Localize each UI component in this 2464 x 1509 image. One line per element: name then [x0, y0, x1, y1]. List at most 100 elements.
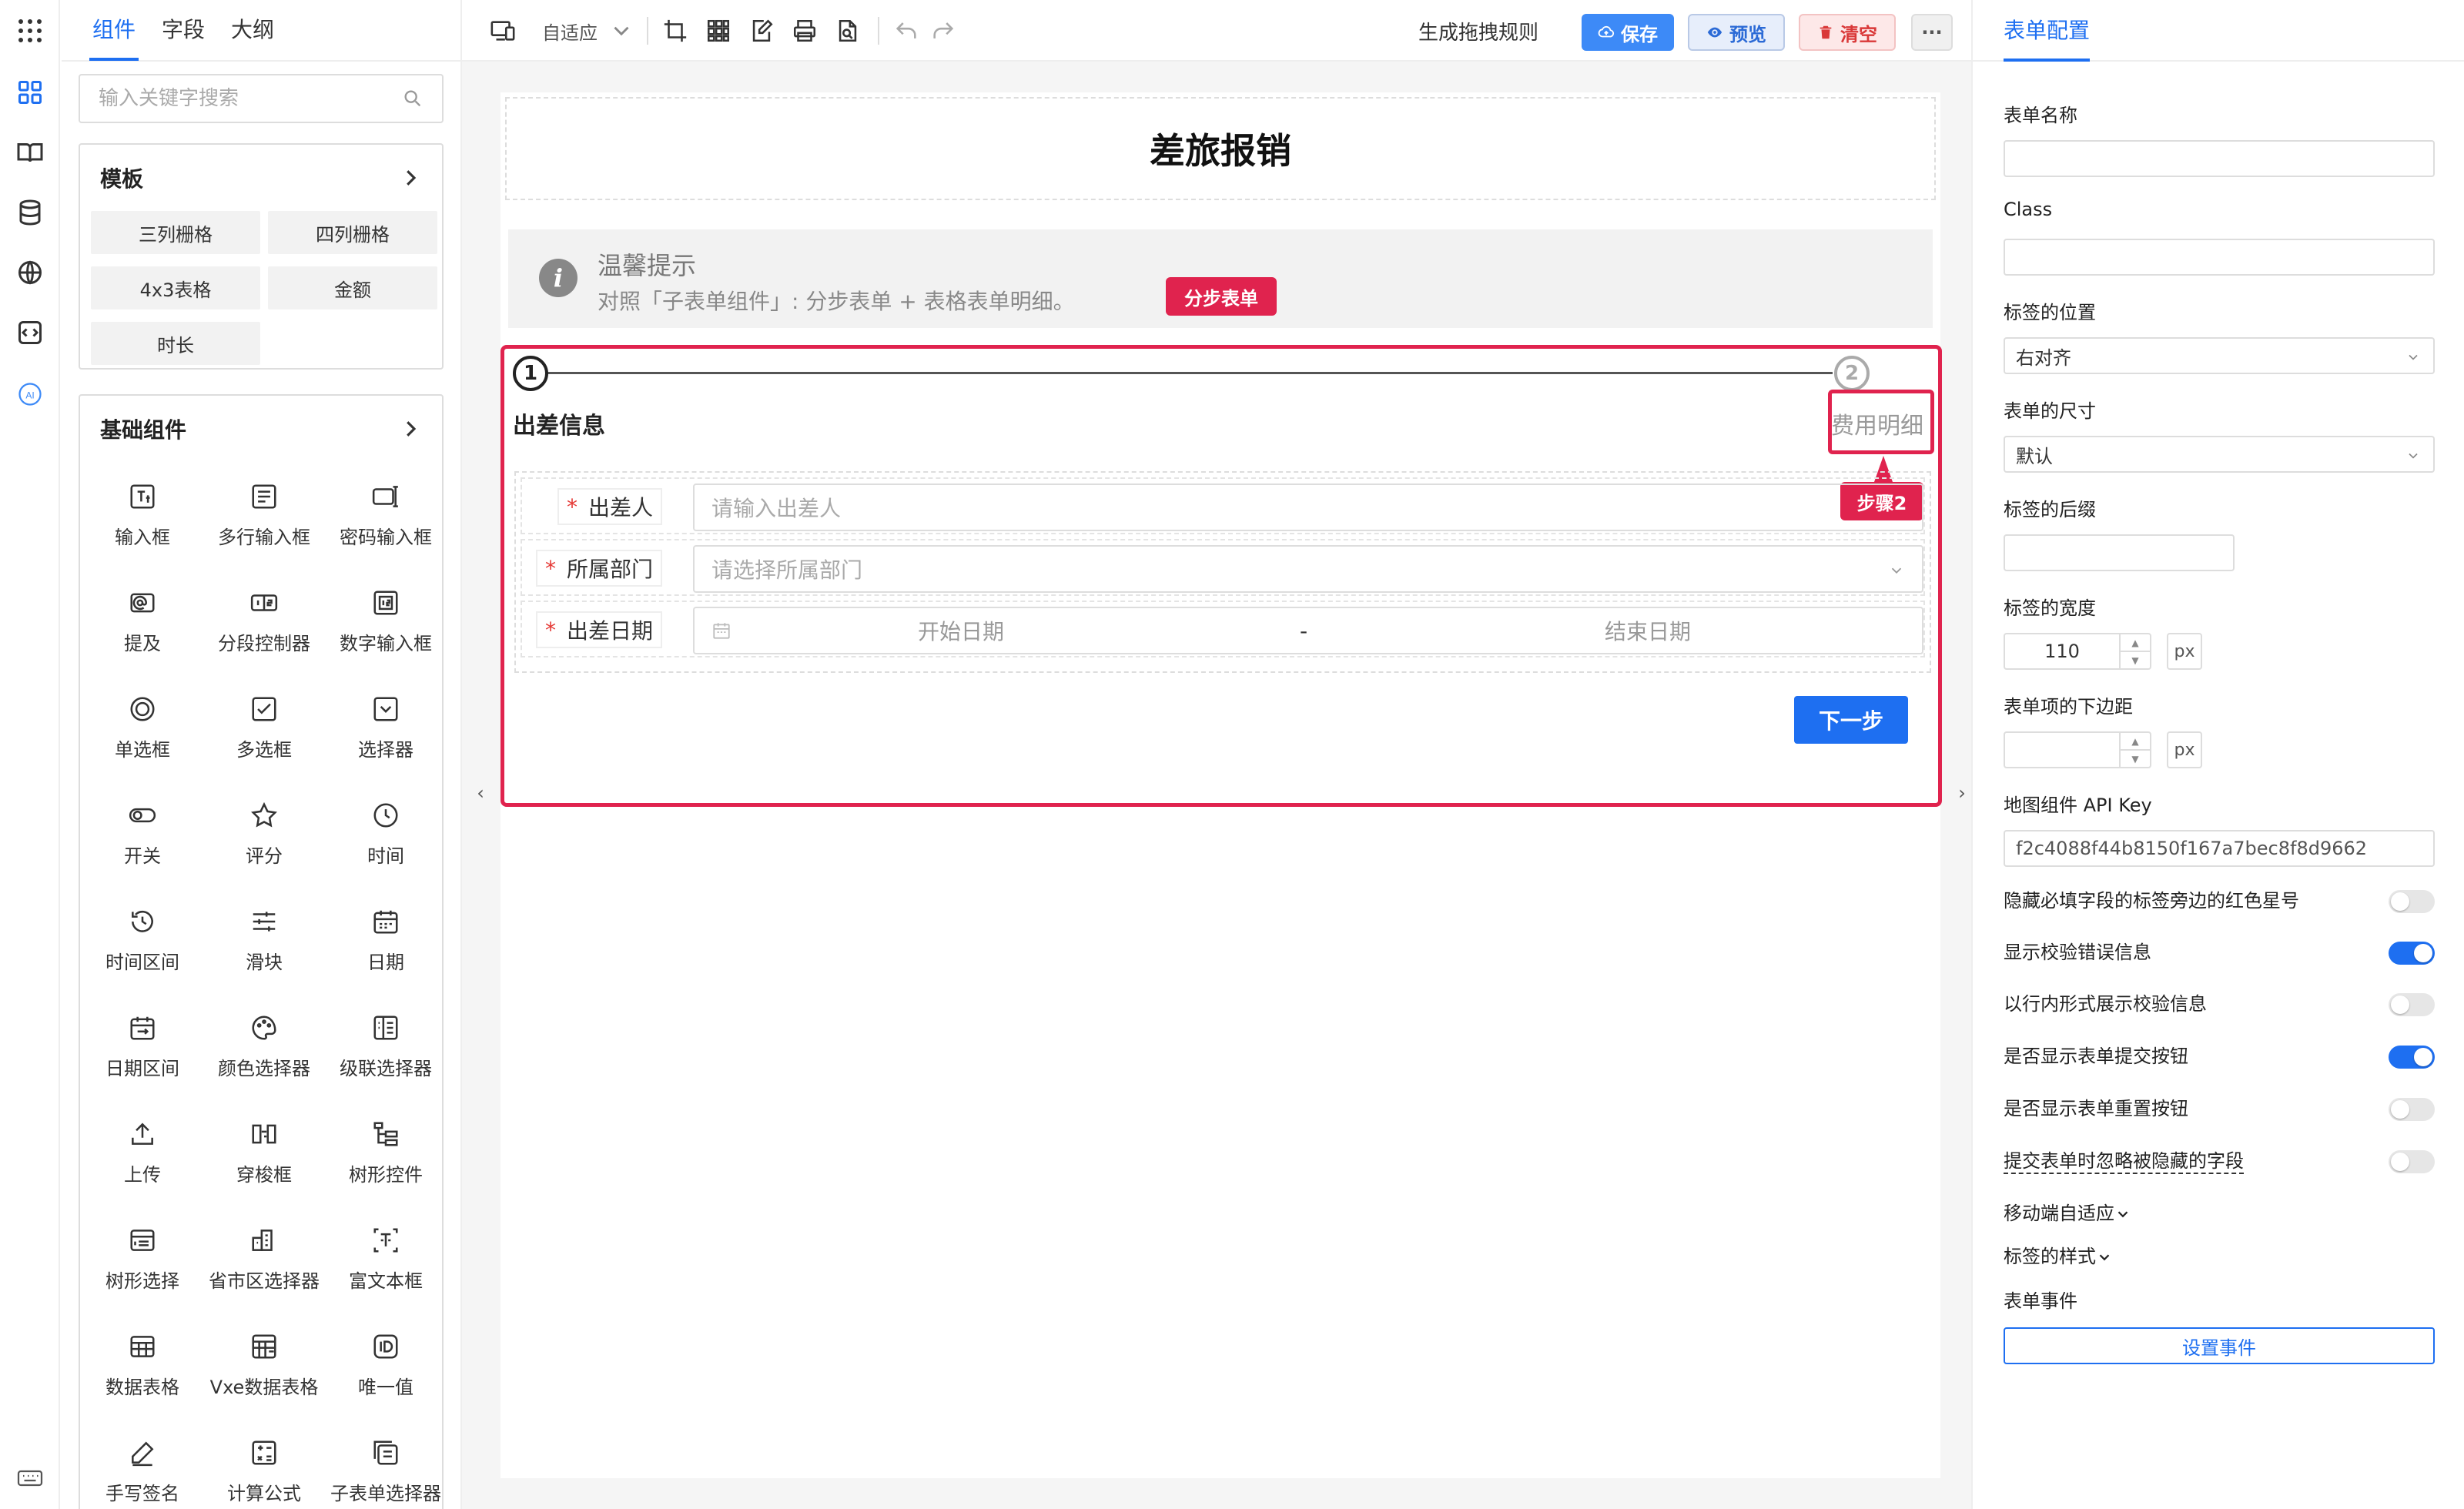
component-item[interactable]: 分段控制器 [203, 568, 325, 674]
component-item[interactable]: 输入框 [82, 462, 203, 568]
component-item[interactable]: 富文本框 [325, 1206, 447, 1312]
undo-icon[interactable] [893, 15, 919, 46]
component-item[interactable]: 评分 [203, 781, 325, 887]
component-item[interactable]: 滑块 [203, 887, 325, 993]
component-item[interactable]: 树形控件 [325, 1099, 447, 1206]
form-size-select[interactable]: 默认 [2004, 436, 2435, 473]
keyboard-icon[interactable] [15, 1463, 45, 1494]
component-item[interactable]: 子表单选择器 [325, 1418, 447, 1509]
inline-validation-toggle[interactable] [2389, 993, 2435, 1016]
chevron-right-icon[interactable] [399, 417, 422, 440]
clear-button[interactable]: 清空 [1799, 14, 1896, 51]
component-item[interactable]: 时间 [325, 781, 447, 887]
component-item[interactable]: 数据表格 [82, 1312, 203, 1418]
mobile-adapt-expander[interactable]: 移动端自适应 [2004, 1198, 2131, 1225]
layout-select[interactable]: 自适应 [542, 15, 634, 46]
collapse-right-icon[interactable]: › [1953, 775, 1971, 811]
form-title[interactable]: 差旅报销 [505, 97, 1936, 200]
component-item[interactable]: 多选框 [203, 674, 325, 781]
apps-grid-icon[interactable] [15, 15, 45, 46]
component-item[interactable]: 日期区间 [82, 993, 203, 1099]
end-date-input[interactable]: 结束日期 [1605, 615, 1691, 646]
component-item[interactable]: 提及 [82, 568, 203, 674]
class-input[interactable] [2004, 239, 2435, 276]
tab-outline[interactable]: 大纲 [231, 0, 274, 61]
component-item[interactable]: 颜色选择器 [203, 993, 325, 1099]
globe-icon[interactable] [15, 257, 45, 288]
component-item[interactable]: 手写签名 [82, 1418, 203, 1509]
start-date-input[interactable]: 开始日期 [918, 615, 1004, 646]
component-item[interactable]: 开关 [82, 781, 203, 887]
chevron-right-icon[interactable] [399, 166, 422, 189]
component-item[interactable]: 多行输入框 [203, 462, 325, 568]
step-2-indicator[interactable]: 2 [1834, 356, 1870, 391]
code-icon[interactable] [15, 317, 45, 348]
preview-button[interactable]: 预览 [1688, 14, 1785, 51]
database-icon[interactable] [15, 197, 45, 228]
template-item[interactable]: 时长 [91, 322, 260, 365]
more-button[interactable]: ··· [1911, 14, 1953, 51]
device-icon[interactable] [490, 15, 516, 46]
ai-icon[interactable]: AI [15, 379, 45, 410]
component-item[interactable]: 日期 [325, 887, 447, 993]
template-item[interactable]: 4x3表格 [91, 266, 260, 309]
export-icon[interactable] [835, 15, 861, 46]
book-icon[interactable] [15, 137, 45, 168]
number-stepper[interactable]: ▲ ▼ [2119, 634, 2150, 668]
stepper-up-icon[interactable]: ▲ [2121, 733, 2150, 751]
tab-fields[interactable]: 字段 [162, 0, 205, 61]
label-suffix-input[interactable] [2004, 534, 2235, 571]
show-validation-error-toggle[interactable] [2389, 942, 2435, 965]
components-icon[interactable] [15, 77, 45, 108]
label-position-select[interactable]: 右对齐 [2004, 337, 2435, 374]
form-name-input[interactable] [2004, 140, 2435, 177]
component-item[interactable]: 级联选择器 [325, 993, 447, 1099]
show-reset-button-toggle[interactable] [2389, 1098, 2435, 1121]
component-item[interactable]: 树形选择 [82, 1206, 203, 1312]
step-1-indicator[interactable]: 1 [513, 356, 548, 391]
number-stepper[interactable]: ▲ ▼ [2119, 733, 2150, 767]
label-width-input[interactable]: 110 ▲ ▼ [2004, 633, 2151, 670]
ignore-hidden-fields-toggle[interactable] [2389, 1150, 2435, 1173]
basic-components-header[interactable]: 基础组件 [80, 396, 442, 462]
component-item[interactable]: 数字输入框 [325, 568, 447, 674]
generate-rules-button[interactable]: 生成拖拽规则 [1418, 15, 1538, 46]
template-item[interactable]: 四列栅格 [268, 211, 437, 254]
component-item[interactable]: 时间区间 [82, 887, 203, 993]
stepper-up-icon[interactable]: ▲ [2121, 634, 2150, 652]
label-style-expander[interactable]: 标签的样式 [2004, 1241, 2113, 1268]
save-button[interactable]: 保存 [1582, 14, 1674, 51]
component-item[interactable]: 选择器 [325, 674, 447, 781]
stepper-down-icon[interactable]: ▼ [2121, 751, 2150, 767]
tab-components[interactable]: 组件 [89, 0, 139, 61]
grid-icon[interactable] [705, 15, 732, 46]
stepper-down-icon[interactable]: ▼ [2121, 652, 2150, 668]
component-item[interactable]: 计算公式 [203, 1418, 325, 1509]
template-item[interactable]: 金额 [268, 266, 437, 309]
template-header[interactable]: 模板 [80, 145, 442, 211]
set-events-button[interactable]: 设置事件 [2004, 1327, 2435, 1364]
collapse-left-icon[interactable]: ‹ [471, 775, 490, 811]
search-input[interactable] [99, 87, 402, 110]
next-step-button[interactable]: 下一步 [1794, 696, 1908, 744]
hide-required-asterisk-toggle[interactable] [2389, 890, 2435, 913]
component-item[interactable]: 穿梭框 [203, 1099, 325, 1206]
component-item[interactable]: Vxe数据表格 [203, 1312, 325, 1418]
item-margin-input[interactable]: ▲ ▼ [2004, 731, 2151, 768]
edit-icon[interactable] [748, 15, 775, 46]
component-item[interactable]: 省市区选择器 [203, 1206, 325, 1312]
component-item[interactable]: 单选框 [82, 674, 203, 781]
template-item[interactable]: 三列栅格 [91, 211, 260, 254]
component-item[interactable]: 密码输入框 [325, 462, 447, 568]
component-item[interactable]: 唯一值 [325, 1312, 447, 1418]
show-submit-button-toggle[interactable] [2389, 1046, 2435, 1069]
date-range-picker[interactable]: 开始日期 - 结束日期 [693, 607, 1923, 654]
traveler-input[interactable]: 请输入出差人 [693, 483, 1923, 531]
tab-form-config[interactable]: 表单配置 [2004, 0, 2091, 62]
department-select[interactable]: 请选择所属部门 [693, 545, 1923, 593]
crop-icon[interactable] [662, 15, 688, 46]
print-icon[interactable] [792, 15, 818, 46]
map-key-input[interactable]: f2c4088f44b8150f167a7bec8f8d9662 [2004, 830, 2435, 867]
search-icon[interactable] [402, 88, 424, 109]
component-item[interactable]: 上传 [82, 1099, 203, 1206]
